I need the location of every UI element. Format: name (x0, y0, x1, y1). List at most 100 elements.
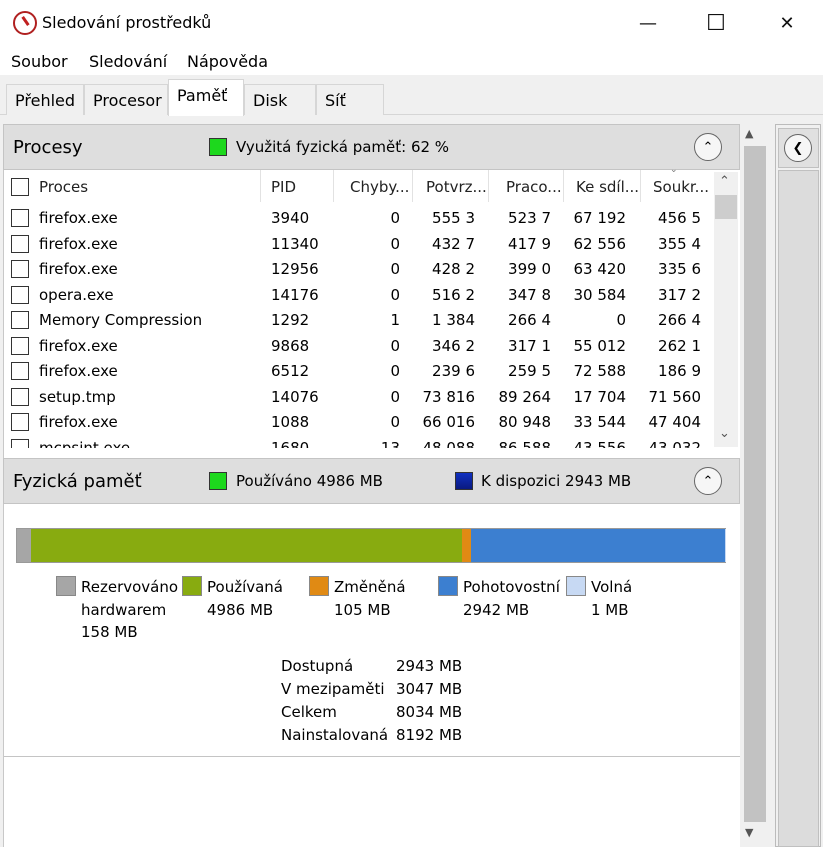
stat-label: V mezipaměti (281, 680, 385, 698)
cell-process-name: firefox.exe (39, 362, 118, 380)
process-rows: firefox.exe 3940 0 555 3 523 7 67 192 456 5 fir… (0, 205, 716, 448)
cell-private: 71 560 (648, 387, 702, 406)
legend-swatch (182, 576, 202, 596)
table-row[interactable]: firefox.exe 12956 0 428 2 399 0 63 420 335 6 (8, 256, 716, 282)
tab-prehled[interactable]: Přehled (6, 84, 84, 115)
table-row[interactable]: firefox.exe 9868 0 346 2 317 1 55 012 262 1 (8, 333, 716, 359)
tab-pamet[interactable]: Paměť (168, 79, 244, 116)
collapse-physical-memory-button[interactable]: ⌃ (694, 467, 722, 495)
column-divider[interactable] (488, 170, 489, 202)
column-divider[interactable] (640, 170, 641, 202)
cell-pid: 6512 (271, 362, 310, 380)
cell-private: 186 9 (658, 362, 701, 380)
expand-graphs-button[interactable]: ❮ (784, 134, 812, 162)
cell-private: 47 404 (648, 413, 702, 431)
cell-working-set: 89 264 (498, 387, 552, 406)
processes-scrollbar-thumb[interactable] (715, 195, 737, 219)
cell-shareable: 72 588 (573, 362, 627, 380)
chevron-down-small-icon[interactable]: ⌄ (719, 426, 730, 441)
cell-pid: 9868 (271, 336, 310, 355)
bar-segment-standby (470, 529, 725, 562)
col-soukr[interactable]: Soukr... (653, 178, 709, 196)
cell-process-name: setup.tmp (39, 387, 116, 406)
cell-shareable: 55 012 (573, 336, 627, 355)
stat-label: Celkem (281, 703, 337, 721)
cell-shareable: 43 556 (573, 438, 627, 449)
scroll-up-arrow-icon[interactable]: ▲ (745, 127, 753, 140)
tab-disk[interactable]: Disk (244, 84, 316, 115)
memory-usage-bar (16, 528, 726, 563)
select-all-checkbox[interactable] (11, 178, 29, 196)
collapse-processes-button[interactable]: ⌃ (694, 133, 722, 161)
cell-commit: 516 2 (432, 285, 475, 304)
row-checkbox[interactable] (11, 209, 29, 227)
chevron-left-icon: ❮ (792, 140, 804, 156)
table-row[interactable]: firefox.exe 1088 0 66 016 80 948 33 544 47 404 (8, 409, 716, 435)
legend-text: Pohotovostní (463, 578, 560, 596)
cell-private: 355 4 (658, 234, 701, 253)
used-memory-label: Používáno 4986 MB (236, 472, 383, 490)
cell-working-set: 259 5 (508, 362, 551, 380)
col-chyby[interactable]: Chyby... (350, 178, 409, 196)
row-checkbox[interactable] (11, 234, 29, 253)
column-divider[interactable] (563, 170, 564, 202)
stat-label: Nainstalovaná (281, 726, 389, 744)
col-praco[interactable]: Praco... (506, 178, 562, 196)
table-row[interactable]: firefox.exe 3940 0 555 3 523 7 67 192 456 5 (8, 205, 716, 231)
cell-process-name: firefox.exe (39, 413, 118, 431)
cell-pid: 3940 (271, 209, 310, 227)
menu-sledovani[interactable]: Sledování (89, 52, 167, 71)
cell-commit: 1 384 (432, 311, 475, 329)
cell-hard-faults: 0 (390, 285, 400, 304)
cell-commit: 239 6 (432, 362, 475, 380)
menu-napoveda[interactable]: Nápověda (187, 52, 268, 71)
table-row[interactable]: mcpsint.exe 1680 13 48 088 86 588 43 556 43 03… (8, 435, 716, 449)
cell-process-name: firefox.exe (39, 209, 118, 227)
column-divider[interactable] (260, 170, 261, 202)
row-checkbox[interactable] (11, 438, 29, 448)
cell-commit: 66 016 (422, 413, 476, 431)
scroll-down-arrow-icon[interactable]: ▼ (745, 826, 753, 839)
chevron-up-small-icon[interactable]: ⌃ (719, 174, 730, 189)
column-divider[interactable] (412, 170, 413, 202)
cell-hard-faults: 0 (390, 362, 400, 380)
col-ke-sdil[interactable]: Ke sdíl... (576, 178, 639, 196)
row-checkbox[interactable] (11, 362, 29, 380)
col-pid[interactable]: PID (271, 178, 296, 196)
maximize-button[interactable]: ☐ (687, 0, 745, 47)
table-row[interactable]: setup.tmp 14076 0 73 816 89 264 17 704 71 560 (8, 384, 716, 410)
row-checkbox[interactable] (11, 285, 29, 304)
available-memory-legend-icon (455, 472, 473, 490)
row-checkbox[interactable] (11, 311, 29, 329)
cell-hard-faults: 0 (390, 413, 400, 431)
close-button[interactable]: ✕ (758, 0, 816, 47)
cell-shareable: 62 556 (573, 234, 627, 253)
cell-shareable: 33 544 (573, 413, 627, 431)
cell-pid: 1292 (271, 311, 310, 329)
table-row[interactable]: firefox.exe 6512 0 239 6 259 5 72 588 186 9 (8, 358, 716, 384)
row-checkbox[interactable] (11, 413, 29, 431)
menu-soubor[interactable]: Soubor (11, 52, 68, 71)
tab-procesor[interactable]: Procesor (84, 84, 168, 115)
table-row[interactable]: firefox.exe 11340 0 432 7 417 9 62 556 355 4 (8, 231, 716, 257)
table-row[interactable]: Memory Compression 1292 1 1 384 266 4 0 266 4 (8, 307, 716, 333)
col-potvrz[interactable]: Potvrz... (426, 178, 487, 196)
window-title: Sledování prostředků (42, 13, 212, 32)
cell-private: 262 1 (658, 336, 701, 355)
cell-private: 43 032 (648, 438, 702, 449)
row-checkbox[interactable] (11, 260, 29, 278)
cell-process-name: firefox.exe (39, 234, 118, 253)
cell-commit: 428 2 (432, 260, 475, 278)
main-scrollbar-thumb[interactable] (744, 146, 766, 822)
cell-working-set: 347 8 (508, 285, 551, 304)
col-proces[interactable]: Proces (39, 178, 88, 196)
tab-sit[interactable]: Síť (316, 84, 384, 115)
legend-swatch (56, 576, 76, 596)
table-row[interactable]: opera.exe 14176 0 516 2 347 8 30 584 317 2 (8, 282, 716, 308)
row-checkbox[interactable] (11, 336, 29, 355)
column-divider[interactable] (333, 170, 334, 202)
row-checkbox[interactable] (11, 387, 29, 406)
legend-swatch (566, 576, 586, 596)
cell-working-set: 523 7 (508, 209, 551, 227)
minimize-button[interactable]: — (619, 0, 677, 47)
